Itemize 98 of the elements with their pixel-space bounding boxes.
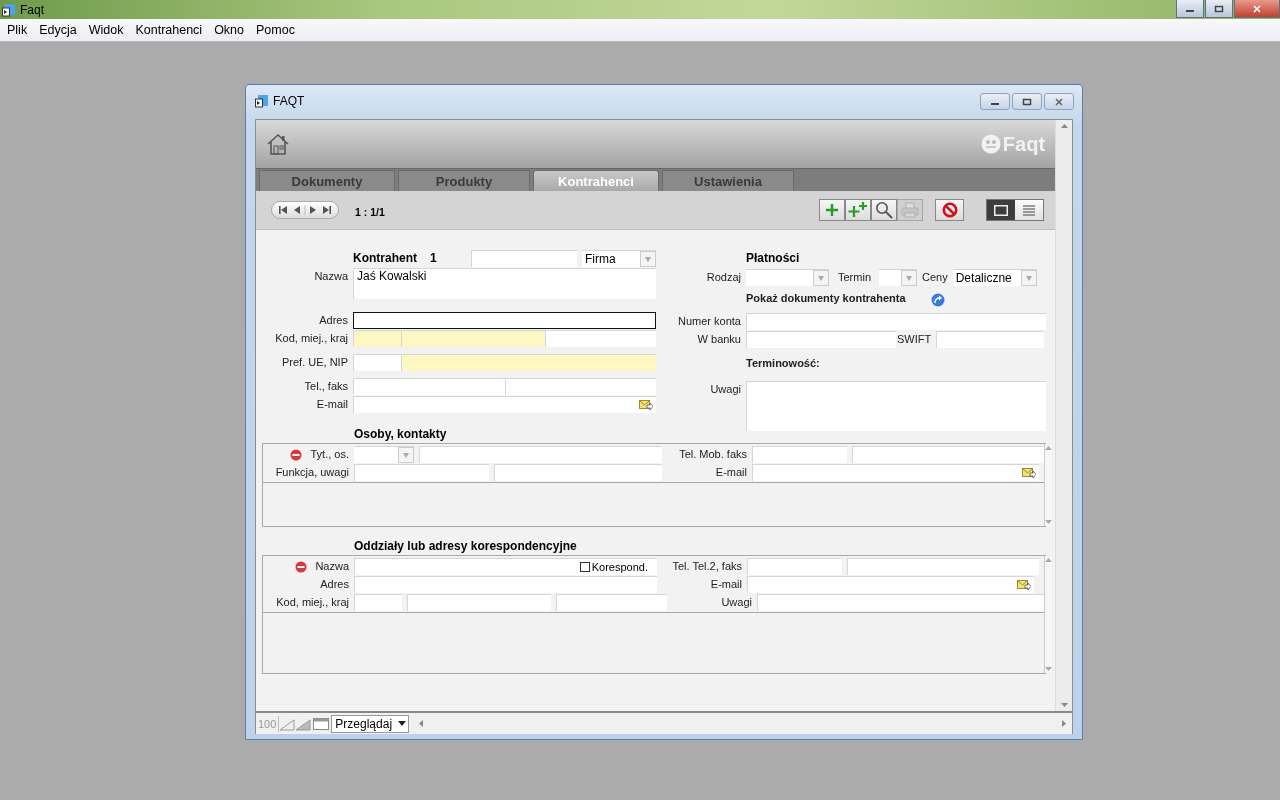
documents-link[interactable]: Pokaż dokumenty kontrahenta (746, 292, 906, 304)
view-toggle[interactable] (987, 200, 1016, 220)
field-label: Tel. Mob. faks (678, 447, 747, 462)
email-icon[interactable] (639, 399, 653, 411)
field-label: SWIFT (897, 332, 932, 347)
type-dropdown[interactable]: Firma (582, 250, 656, 267)
app-icon (2, 2, 16, 17)
field-label: E-mail (709, 577, 742, 592)
scroll-left-icon[interactable] (419, 720, 424, 727)
field-label: Tel., faks (303, 379, 348, 394)
text-field[interactable] (353, 312, 656, 329)
prices-dropdown[interactable]: Detaliczne (952, 269, 1037, 286)
record-number: 1 (430, 250, 438, 267)
field-label: Tel. Tel.2, faks (671, 559, 742, 574)
section-heading: Oddziały lub adresy korespondencyjne (354, 539, 578, 553)
email-icon[interactable] (1022, 467, 1036, 479)
menu-item[interactable]: Widok (82, 23, 130, 37)
field-label: Adres (320, 577, 349, 592)
plus-icon (825, 203, 840, 217)
field-label: Tyt., os. (310, 447, 349, 462)
title-dropdown[interactable] (354, 446, 414, 463)
app-icon (255, 93, 269, 108)
field-label: Funkcja, uwagi (275, 465, 349, 480)
scroll-down-icon[interactable] (1060, 703, 1068, 707)
scroll-down-icon[interactable] (1045, 520, 1052, 524)
field-label: E-mail (315, 397, 348, 412)
scroll-down-icon[interactable] (1045, 667, 1052, 671)
field-label: Numer konta (677, 314, 741, 329)
section-heading: Kontrahent (353, 250, 417, 267)
section-heading: Płatności (746, 250, 800, 267)
correspondence-checkbox[interactable]: Korespond. (579, 561, 648, 573)
section-heading: Terminowość: (746, 357, 820, 369)
field-label: W banku (696, 332, 741, 347)
term-dropdown[interactable] (879, 269, 917, 286)
menu-item[interactable]: Plik (1, 23, 34, 37)
add-multiple-button[interactable] (845, 199, 872, 221)
list-view-icon (1023, 204, 1036, 216)
field-label: Ceny (922, 270, 948, 285)
scroll-up-icon[interactable] (1060, 124, 1068, 128)
app-title: Faqt (20, 2, 44, 17)
text-field[interactable]: Korespond. (354, 558, 657, 575)
view-toggle[interactable] (1015, 200, 1044, 220)
maximize-button[interactable] (1205, 0, 1233, 18)
field-label: Termin (838, 270, 871, 285)
search-icon (875, 201, 894, 219)
search-button[interactable] (871, 199, 898, 221)
menu-item[interactable]: Pomoc (250, 23, 301, 37)
record-counter: 1 : 1/1 (355, 206, 385, 218)
close-icon (1252, 4, 1262, 13)
menu-item[interactable]: Edycja (33, 23, 83, 37)
field-label: Rodzaj (705, 270, 741, 285)
delete-button[interactable] (935, 199, 965, 221)
maximize-icon (1022, 97, 1032, 106)
menu-item[interactable]: Okno (208, 23, 251, 37)
scrollbar[interactable] (1044, 556, 1052, 673)
maximize-button[interactable] (1012, 93, 1042, 110)
scroll-up-icon[interactable] (1045, 558, 1052, 562)
close-icon (1054, 97, 1064, 106)
menu-item[interactable]: Kontrahenci (129, 23, 209, 37)
close-button[interactable] (1044, 93, 1074, 110)
field-label: Nazwa (315, 559, 349, 574)
payment-type-dropdown[interactable] (746, 269, 829, 286)
email-icon[interactable] (1017, 579, 1031, 591)
status-toggle-icon[interactable] (313, 717, 330, 730)
logo-icon (980, 134, 1001, 154)
field-label: Kod, miej., kraj (276, 595, 349, 610)
remove-icon[interactable] (290, 448, 303, 461)
field-label: Pref. UE, NIP (280, 355, 348, 370)
remove-icon[interactable] (295, 560, 308, 573)
scroll-right-icon[interactable] (1062, 720, 1066, 727)
field-label: Kod, miej., kraj (274, 331, 348, 346)
add-button[interactable] (819, 199, 846, 221)
minimize-button[interactable] (1176, 0, 1204, 18)
double-plus-icon (848, 202, 869, 218)
notes-field[interactable] (746, 381, 1046, 431)
minimize-button[interactable] (980, 93, 1010, 110)
home-icon[interactable] (266, 132, 290, 156)
no-entry-icon (941, 202, 958, 218)
zoom-icon[interactable] (279, 716, 314, 731)
section-heading: Osoby, kontakty (354, 427, 448, 441)
scrollbar[interactable] (1055, 120, 1072, 711)
arrow-circle-icon[interactable] (930, 293, 945, 307)
scroll-up-icon[interactable] (1045, 446, 1052, 450)
caret-icon (398, 721, 407, 726)
logo-text: Faqt (1002, 132, 1046, 156)
field-label: E-mail (714, 465, 747, 480)
form-view-icon (994, 204, 1009, 216)
field-label: Nazwa (313, 269, 348, 284)
window-title: FAQT (273, 93, 305, 108)
field-label: Adres (318, 313, 348, 328)
scrollbar[interactable] (1044, 444, 1052, 526)
field-label: Uwagi (720, 595, 752, 610)
printer-icon (901, 202, 920, 218)
maximize-icon (1214, 4, 1224, 13)
text-field[interactable]: Jaś Kowalski (353, 268, 656, 299)
record-navigation-icon[interactable] (277, 205, 333, 215)
mode-dropdown[interactable]: Przeglądaj (331, 714, 410, 733)
field-label: Uwagi (709, 382, 741, 397)
